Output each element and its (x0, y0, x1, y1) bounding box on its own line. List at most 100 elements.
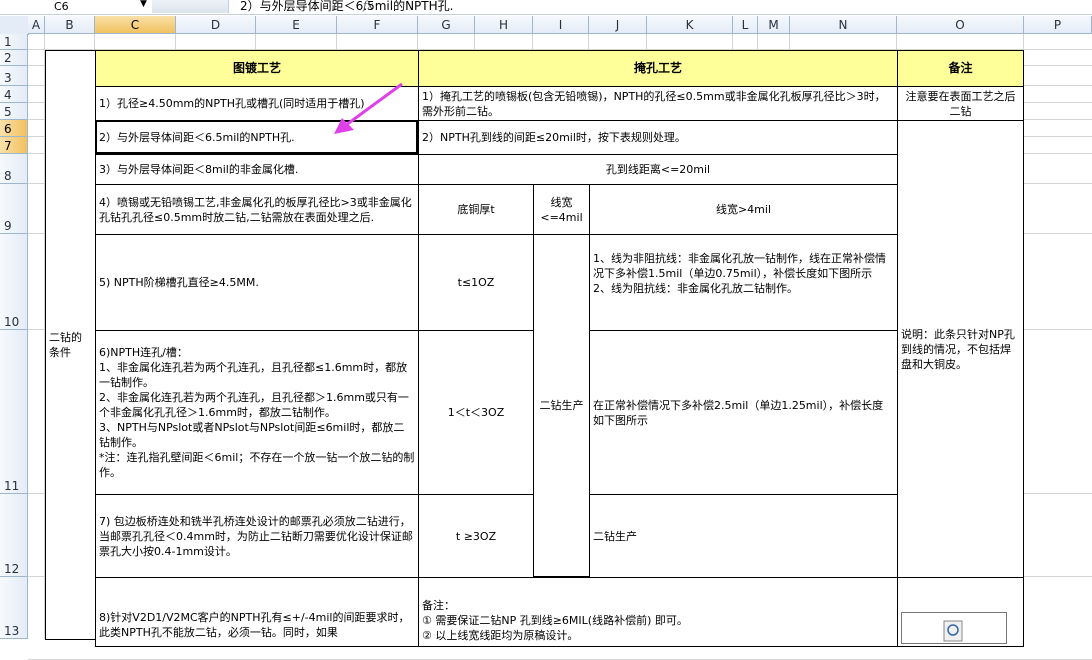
copper-thickness-label: 底铜厚t (457, 203, 495, 216)
formula-bar: C6 ▼ fx 2）与外层导体间距＜6.5mil的NPTH孔. (0, 0, 1092, 15)
copper-3oz-cell[interactable]: t ≥3OZ (418, 494, 534, 578)
column-header-h[interactable]: H (475, 16, 533, 34)
copper-1oz-cell[interactable]: t≤1OZ (418, 234, 534, 331)
row-header-label: 13 (4, 624, 20, 638)
select-all-corner[interactable] (0, 16, 29, 35)
column-header-a[interactable]: A (28, 16, 45, 34)
rule-5-cell[interactable]: 5) NPTH阶梯槽孔直径≥4.5MM. (95, 234, 419, 331)
compensation-3-text: 二钻生产 (593, 529, 637, 543)
column-header-f[interactable]: F (337, 16, 418, 34)
column-header-j[interactable]: J (589, 16, 647, 34)
second-drill-merged-cell[interactable]: 二钻生产 (533, 234, 590, 577)
function-area: fx (152, 0, 373, 13)
row-header-12[interactable]: 12 (0, 494, 28, 577)
copper-1-3oz-cell[interactable]: 1＜t＜3OZ (418, 330, 534, 495)
column-header-g[interactable]: G (418, 16, 475, 34)
remark-1-text: 注意要在表面工艺之后二钻 (905, 89, 1016, 118)
column-header-n[interactable]: N (790, 16, 897, 34)
row-header-6[interactable]: 6 (0, 120, 28, 137)
row-header-label: 10 (4, 315, 20, 329)
rule-8-cell[interactable]: 8)针对V2D1/V2MC客户的NPTH孔有≤+/-4mil的间距要求时，此类N… (95, 577, 419, 647)
rule-6-cell[interactable]: 6)NPTH连孔/槽： 1、非金属化连孔若为两个孔连孔，且孔径都≤1.6mm时，… (95, 330, 419, 495)
column-header-b[interactable]: B (45, 16, 95, 34)
compensation-2-cell[interactable]: 在正常补偿情况下多补偿2.5mil（单边1.25mil），补偿长度如下图所示 (589, 330, 898, 495)
hole-to-line-label: 孔到线距离<=20mil (605, 163, 711, 176)
line-width-large-header[interactable]: 线宽>4mil (589, 184, 898, 235)
line-width-small-header[interactable]: 线宽<=4mil (533, 184, 590, 235)
header-tenting-label: 掩孔工艺 (633, 61, 682, 75)
column-header-m[interactable]: M (758, 16, 790, 34)
remark-2-text: 说明：此条只针对NP孔到线的情况，不包括焊盘和大铜皮。 (901, 327, 1015, 371)
rule-3-text: 3）与外层导体间距＜8mil的非金属化槽. (99, 163, 299, 176)
row-header-10[interactable]: 10 (0, 234, 28, 330)
row-header-label: 4 (4, 88, 12, 102)
copper-3oz-text: t ≥3OZ (455, 529, 497, 543)
row-header-2[interactable]: 2 (0, 50, 28, 66)
row-header-label: 1 (4, 35, 12, 49)
compensation-3-cell[interactable]: 二钻生产 (589, 494, 898, 578)
header-remarks-label: 备注 (948, 61, 973, 75)
name-box[interactable]: C6 ▼ (2, 0, 153, 13)
rule-7-text: 7) 包边板桥连处和铣半孔桥连处设计的邮票孔必须放二钻进行，当邮票孔孔径＜0.4… (99, 514, 413, 558)
compensation-1-cell[interactable]: 1、线为非阻抗线：非金属化孔放一钻制作，线在正常补偿情况下多补偿1.5mil（单… (589, 234, 898, 331)
embedded-object-icon[interactable] (901, 612, 1007, 644)
side-label: 二钻的条件 (49, 331, 82, 359)
row-header-label: 2 (4, 51, 12, 65)
column-header-c[interactable]: C (95, 16, 176, 34)
rule-5-text: 5) NPTH阶梯槽孔直径≥4.5MM. (99, 276, 259, 289)
row-header-8[interactable]: 8 (0, 154, 28, 184)
row-header-13[interactable]: 13 (0, 577, 28, 639)
row-header-label: 7 (4, 139, 12, 153)
rule-8-text: 8)针对V2D1/V2MC客户的NPTH孔有≤+/-4mil的间距要求时，此类N… (99, 611, 410, 639)
row-header-label: 11 (4, 479, 20, 493)
remark-1-cell[interactable]: 注意要在表面工艺之后二钻 (897, 86, 1024, 121)
chevron-down-icon[interactable]: ▼ (140, 0, 147, 9)
remark-2-cell[interactable]: 说明：此条只针对NP孔到线的情况，不包括焊盘和大铜皮。 (897, 120, 1024, 578)
header-remarks[interactable]: 备注 (897, 50, 1024, 87)
compensation-1-text: 1、线为非阻抗线：非金属化孔放一钻制作，线在正常补偿情况下多补偿1.5mil（单… (593, 252, 886, 295)
row-header-11[interactable]: 11 (0, 330, 28, 494)
row-header-label: 9 (4, 219, 12, 233)
tenting-rule-1-cell[interactable]: 1）掩孔工艺的喷锡板(包含无铅喷锡)，NPTH的孔径≤0.5mm或非金属化孔板厚… (418, 86, 898, 121)
tenting-remarks-text: 备注： ① 需要保证二钻NP 孔到线≥6MIL(线路补偿前) 即可。 ② 以上线… (422, 599, 688, 642)
name-box-value: C6 (54, 0, 69, 13)
column-header-o[interactable]: O (897, 16, 1024, 34)
second-drill-text: 二钻生产 (539, 399, 584, 412)
column-header-k[interactable]: K (647, 16, 733, 34)
line-width-small-label: 线宽<=4mil (540, 195, 583, 224)
column-header-e[interactable]: E (256, 16, 337, 34)
rule-1-text: 1）孔径≥4.50mm的NPTH孔或槽孔(同时适用于槽孔) (99, 97, 365, 110)
tenting-rule-2-cell[interactable]: 2）NPTH孔到线的间距≤20mil时，按下表规则处理。 (418, 120, 898, 155)
row-header-1[interactable]: 1 (0, 34, 28, 50)
header-plating-label: 图镀工艺 (232, 61, 281, 75)
row-header-label: 6 (4, 122, 12, 136)
copper-1oz-text: t≤1OZ (457, 276, 495, 289)
column-header-p[interactable]: P (1024, 16, 1092, 34)
column-header-l[interactable]: L (733, 16, 758, 34)
copper-thickness-header[interactable]: 底铜厚t (418, 184, 534, 235)
row-header-5[interactable]: 5 (0, 103, 28, 120)
row-header-9[interactable]: 9 (0, 184, 28, 234)
column-header-d[interactable]: D (176, 16, 256, 34)
header-tenting-process[interactable]: 掩孔工艺 (418, 50, 898, 87)
row-header-label: 12 (4, 562, 20, 576)
rule-4-cell[interactable]: 4）喷锡或无铅喷锡工艺,非金属化孔的板厚孔径比>3或非金属化孔钻孔孔径≤0.5m… (95, 184, 419, 235)
rule-6-text: 6)NPTH连孔/槽： 1、非金属化连孔若为两个孔连孔，且孔径都≤1.6mm时，… (99, 346, 415, 479)
rule-7-cell[interactable]: 7) 包边板桥连处和铣半孔桥连处设计的邮票孔必须放二钻进行，当邮票孔孔径＜0.4… (95, 494, 419, 578)
row-header-label: 3 (4, 71, 12, 85)
rule-4-text: 4）喷锡或无铅喷锡工艺,非金属化孔的板厚孔径比>3或非金属化孔钻孔孔径≤0.5m… (99, 195, 412, 224)
row-header-3[interactable]: 3 (0, 66, 28, 86)
rule-3-cell[interactable]: 3）与外层导体间距＜8mil的非金属化槽. (95, 154, 419, 185)
formula-input[interactable]: 2）与外层导体间距＜6.5mil的NPTH孔. (240, 0, 453, 14)
tenting-remarks-cell[interactable]: 备注： ① 需要保证二钻NP 孔到线≥6MIL(线路补偿前) 即可。 ② 以上线… (418, 577, 898, 647)
row-header-4[interactable]: 4 (0, 86, 28, 103)
row-header-label: 5 (4, 105, 12, 119)
compensation-2-text: 在正常补偿情况下多补偿2.5mil（单边1.25mil），补偿长度如下图所示 (593, 398, 884, 427)
hole-to-line-header[interactable]: 孔到线距离<=20mil (418, 154, 898, 185)
row-header-label: 8 (4, 169, 12, 183)
side-label-cell[interactable]: 二钻的条件 (45, 50, 96, 640)
tenting-rule-1-text: 1）掩孔工艺的喷锡板(包含无铅喷锡)，NPTH的孔径≤0.5mm或非金属化孔板厚… (422, 89, 886, 118)
row-header-7[interactable]: 7 (0, 137, 28, 154)
copper-1-3oz-text: 1＜t＜3OZ (447, 406, 505, 419)
column-header-i[interactable]: I (533, 16, 589, 34)
